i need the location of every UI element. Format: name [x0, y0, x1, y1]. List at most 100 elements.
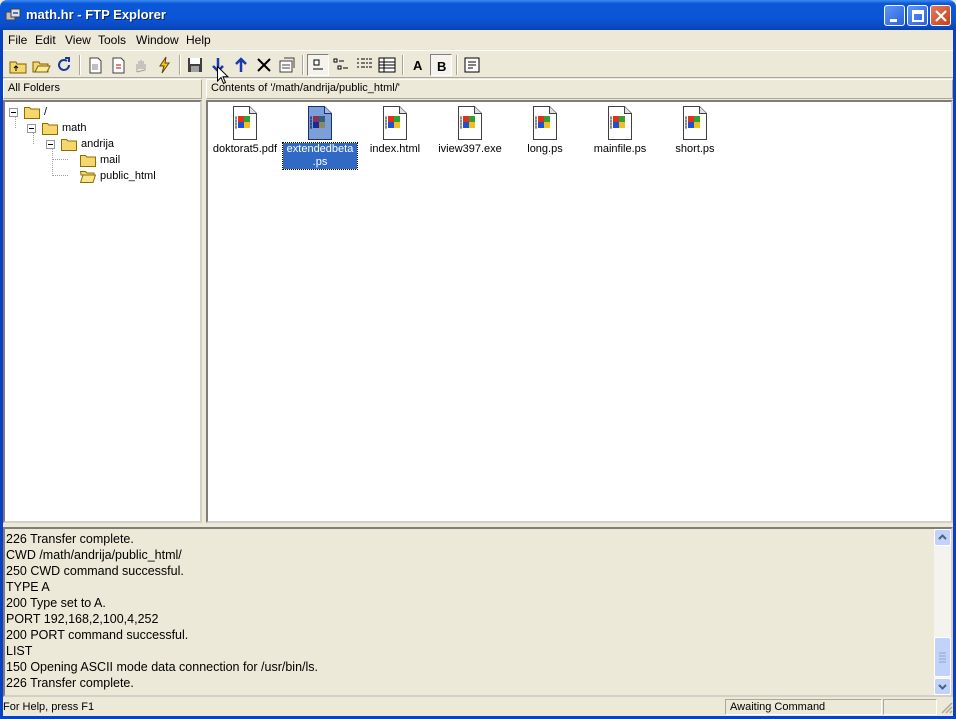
- grip-icon: [939, 652, 946, 663]
- status-bar: For Help, press F1 Awaiting Command: [3, 698, 953, 716]
- details-view-button[interactable]: [376, 54, 398, 76]
- new-file-button[interactable]: [107, 54, 129, 76]
- open-folder-icon: [80, 171, 96, 183]
- tree-node-label: /: [44, 106, 48, 118]
- menu-bar: File Edit View Tools Window Help: [3, 30, 953, 50]
- chevron-up-icon: [938, 534, 947, 540]
- file-name: doktorat5.pdf: [212, 143, 278, 155]
- collapse-icon[interactable]: [46, 140, 55, 149]
- connect-button[interactable]: [153, 54, 175, 76]
- save-icon: [188, 58, 202, 72]
- menu-file[interactable]: File: [8, 33, 27, 47]
- refresh-button[interactable]: [53, 54, 75, 76]
- file-name-line-2: .ps: [312, 156, 328, 168]
- file-icon: [458, 106, 482, 140]
- file-name: index.html: [369, 143, 421, 155]
- upload-button[interactable]: [230, 54, 252, 76]
- menu-window[interactable]: Window: [136, 33, 179, 47]
- menu-edit[interactable]: Edit: [35, 33, 56, 47]
- tree-node-math[interactable]: math: [27, 121, 147, 137]
- menu-tools[interactable]: Tools: [98, 33, 126, 47]
- collapse-icon[interactable]: [27, 124, 36, 133]
- small-icons-view-button[interactable]: [330, 54, 352, 76]
- file-item-short-ps[interactable]: short.ps: [658, 106, 732, 172]
- file-name: short.ps: [675, 143, 715, 155]
- minimize-button[interactable]: [884, 5, 905, 26]
- refresh-icon: [58, 57, 70, 71]
- large-icons-view-button[interactable]: [307, 54, 329, 76]
- svg-text:B: B: [437, 59, 446, 74]
- folder-icon: [61, 139, 77, 151]
- folder-icon: [24, 107, 40, 119]
- file-item-mainfile-ps[interactable]: mainfile.ps: [583, 106, 657, 172]
- log-view-icon: [464, 57, 480, 73]
- title-bar: math.hr - FTP Explorer: [0, 0, 956, 30]
- save-button[interactable]: [184, 54, 206, 76]
- binary-mode-icon: B: [437, 59, 446, 74]
- file-icon: [308, 106, 332, 140]
- properties-icon: [279, 57, 295, 73]
- log-line: 150 Opening ASCII mode data connection f…: [6, 660, 318, 674]
- log-view-button[interactable]: [461, 54, 483, 76]
- properties-button[interactable]: [276, 54, 298, 76]
- up-folder-button[interactable]: [7, 54, 29, 76]
- tree-node-label: mail: [100, 154, 121, 166]
- toolbar: A B: [3, 50, 953, 78]
- scroll-down-button[interactable]: [934, 678, 951, 695]
- ascii-mode-icon: A: [413, 58, 423, 73]
- open-button[interactable]: [30, 54, 52, 76]
- log-scrollbar[interactable]: [934, 529, 951, 695]
- stop-button[interactable]: [130, 54, 152, 76]
- file-name-line-1: extendedbeta: [286, 143, 354, 155]
- log-line: TYPE A: [6, 580, 50, 594]
- log-line: PORT 192,168,2,100,4,252: [6, 612, 159, 626]
- tree-node-public-html[interactable]: public_html: [65, 169, 185, 185]
- up-folder-icon: [9, 61, 27, 74]
- new-file-icon: [112, 57, 125, 74]
- small-icons-view-icon: [333, 58, 348, 70]
- binary-mode-button[interactable]: B: [430, 54, 452, 76]
- svg-text:A: A: [413, 58, 423, 73]
- minimize-icon: [890, 19, 897, 22]
- tree-node-label: public_html: [100, 170, 156, 182]
- status-state: Awaiting Command: [725, 699, 882, 715]
- log-line: LIST: [6, 644, 33, 658]
- delete-button[interactable]: [253, 54, 275, 76]
- file-icon: [533, 106, 557, 140]
- log-lines: 226 Transfer complete. CWD /math/andrija…: [6, 531, 936, 691]
- tree-node-andrija[interactable]: andrija: [46, 137, 166, 153]
- log-line: 226 Transfer complete.: [6, 676, 134, 690]
- file-item-long-ps[interactable]: long.ps: [508, 106, 582, 172]
- scroll-thumb[interactable]: [934, 637, 951, 677]
- chevron-down-icon: [938, 684, 947, 690]
- menu-help[interactable]: Help: [186, 33, 211, 47]
- ascii-mode-button[interactable]: A: [407, 54, 429, 76]
- file-icon: [383, 106, 407, 140]
- file-item-doktorat5-pdf[interactable]: doktorat5.pdf: [208, 106, 282, 172]
- delete-icon: [257, 58, 271, 72]
- all-folders-header: All Folders: [3, 79, 202, 99]
- new-folder-button[interactable]: [84, 54, 106, 76]
- collapse-icon[interactable]: [9, 108, 18, 117]
- stop-icon: [136, 60, 146, 73]
- menu-view[interactable]: View: [65, 33, 91, 47]
- file-item-extendedbeta-ps[interactable]: extendedbeta .ps: [282, 106, 358, 172]
- resize-grip-icon[interactable]: [939, 700, 953, 714]
- tree-node-root[interactable]: /: [9, 105, 129, 121]
- file-name: long.ps: [527, 143, 563, 155]
- status-help-text: For Help, press F1: [3, 701, 95, 713]
- open-icon: [32, 61, 51, 73]
- file-item-iview397-exe[interactable]: iview397.exe: [433, 106, 507, 172]
- contents-header: Contents of '/math/andrija/public_html/': [206, 79, 953, 99]
- details-view-icon: [378, 57, 396, 73]
- mouse-cursor-icon: [217, 66, 229, 85]
- scroll-up-button[interactable]: [934, 529, 951, 546]
- upload-icon: [235, 57, 247, 72]
- file-item-index-html[interactable]: index.html: [358, 106, 432, 172]
- list-view-button[interactable]: [353, 54, 375, 76]
- log-line: 226 Transfer complete.: [6, 532, 134, 546]
- file-name: extendedbeta .ps: [282, 142, 358, 170]
- maximize-button[interactable]: [907, 5, 928, 26]
- close-button[interactable]: [930, 5, 951, 26]
- tree-node-mail[interactable]: mail: [65, 153, 185, 169]
